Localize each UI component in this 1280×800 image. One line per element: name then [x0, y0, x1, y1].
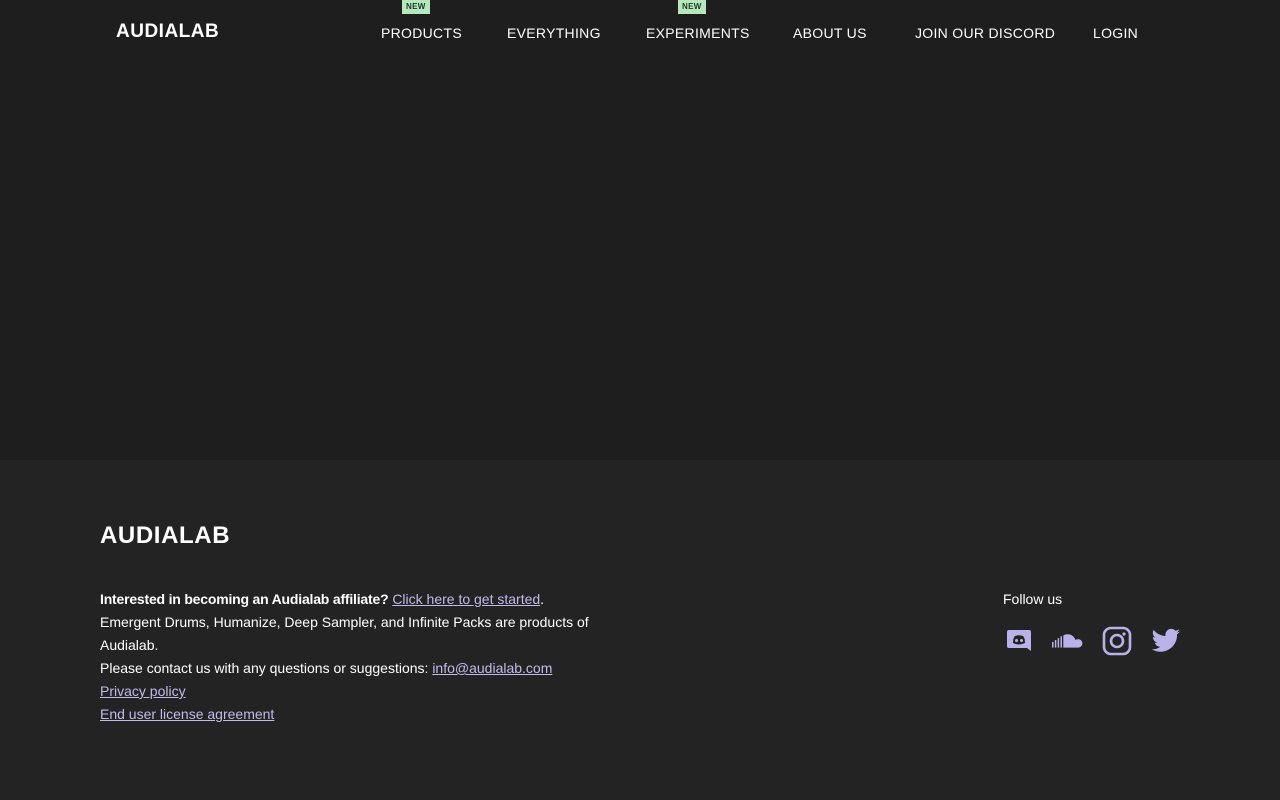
privacy-policy-link[interactable]: Privacy policy [100, 683, 186, 699]
nav-products[interactable]: PRODUCTS [381, 25, 462, 41]
contact-email-link[interactable]: info@audialab.com [432, 660, 552, 676]
soundcloud-icon[interactable] [1052, 625, 1084, 657]
affiliate-question: Interested in becoming an Audialab affil… [100, 591, 389, 607]
footer-logo: AUDIALAB [100, 522, 231, 549]
follow-us-label: Follow us [1003, 591, 1063, 607]
affiliate-line: Interested in becoming an Audialab affil… [100, 588, 620, 611]
nav-login[interactable]: LOGIN [1093, 25, 1138, 41]
nav-about-us[interactable]: ABOUT US [793, 25, 867, 41]
site-logo[interactable]: AUDIALAB [116, 21, 219, 43]
discord-icon[interactable] [1003, 625, 1035, 657]
contact-line: Please contact us with any questions or … [100, 657, 620, 680]
site-footer: AUDIALAB Interested in becoming an Audia… [0, 460, 1280, 800]
footer-info: Interested in becoming an Audialab affil… [100, 588, 620, 726]
eula-link[interactable]: End user license agreement [100, 706, 274, 722]
instagram-icon[interactable] [1101, 625, 1133, 657]
main-content [0, 66, 1280, 460]
nav-join-discord[interactable]: JOIN OUR DISCORD [915, 25, 1055, 41]
affiliate-period: . [540, 591, 545, 607]
experiments-new-badge: NEW [678, 0, 706, 14]
products-new-badge: NEW [402, 0, 430, 14]
affiliate-link[interactable]: Click here to get started [392, 591, 540, 607]
nav-experiments[interactable]: EXPERIMENTS [646, 25, 750, 41]
nav-everything[interactable]: EVERYTHING [507, 25, 601, 41]
site-header: AUDIALAB NEW PRODUCTS EVERYTHING NEW EXP… [0, 0, 1280, 66]
social-links [1003, 625, 1182, 657]
contact-text: Please contact us with any questions or … [100, 660, 429, 676]
twitter-icon[interactable] [1150, 625, 1182, 657]
products-text: Emergent Drums, Humanize, Deep Sampler, … [100, 614, 589, 653]
